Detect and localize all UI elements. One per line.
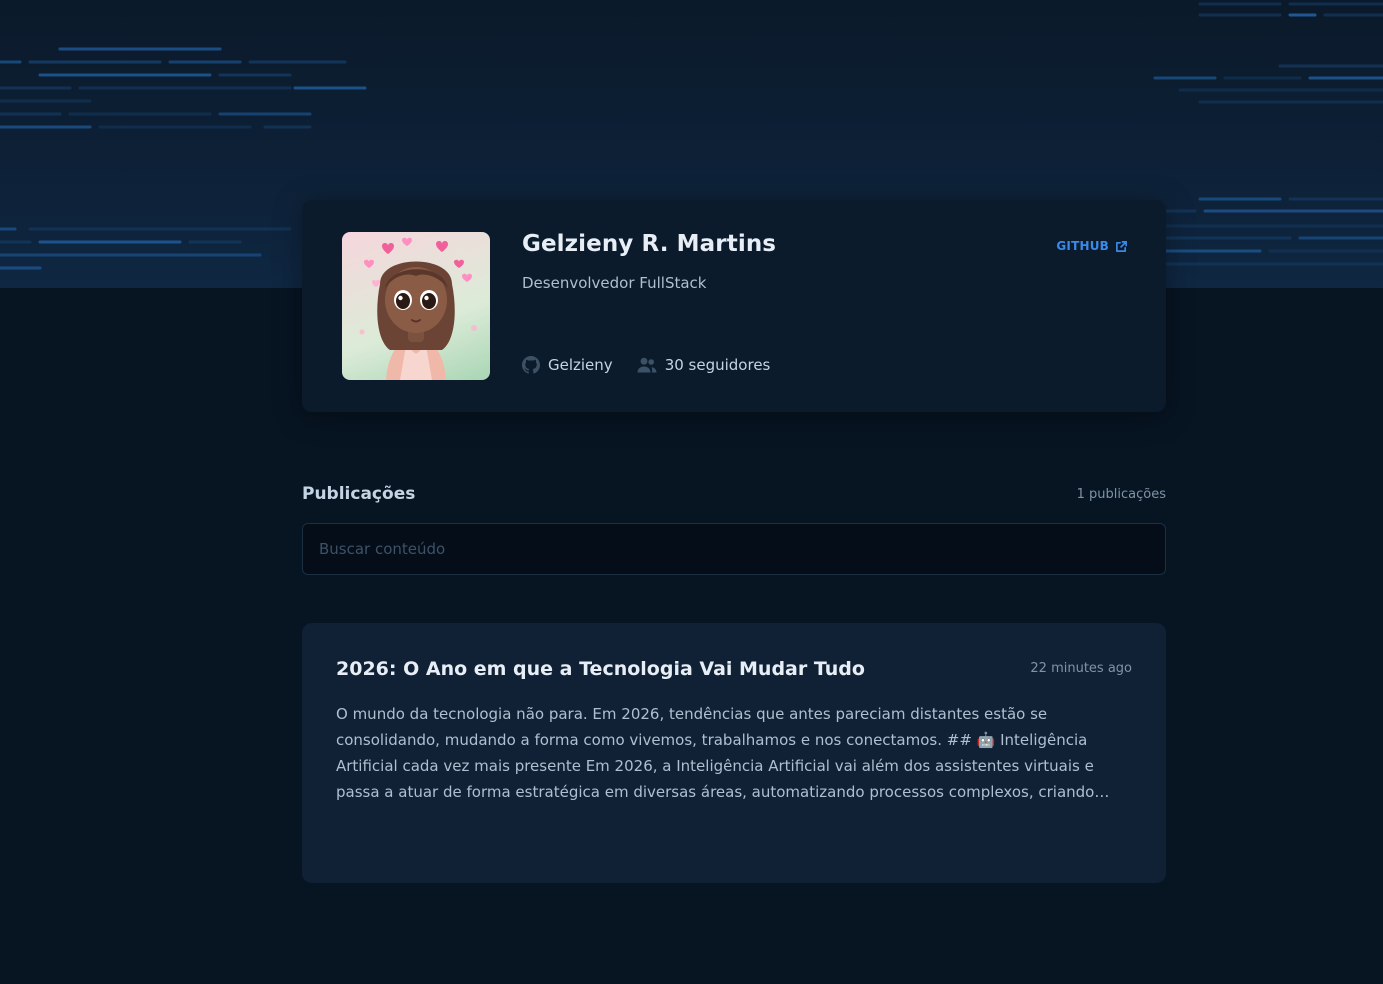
search-input[interactable] [302,523,1166,575]
avatar [342,232,490,380]
username-stat: Gelzieny [522,356,613,374]
avatar-illustration [359,237,477,380]
followers-stat: 30 seguidores [637,356,771,374]
post-header: 2026: O Ano em que a Tecnologia Vai Muda… [336,655,1132,683]
post-card[interactable]: 2026: O Ano em que a Tecnologia Vai Muda… [302,623,1166,883]
username: Gelzieny [548,356,613,374]
profile-role: Desenvolvedor FullStack [522,274,707,292]
profile-stats: Gelzieny 30 seguidores [522,356,770,374]
github-link[interactable]: GITHUB [1056,239,1128,253]
profile-name: Gelzieny R. Martins [522,231,777,257]
followers-count: 30 seguidores [664,356,771,374]
github-link-label: GITHUB [1056,239,1109,253]
publications-count: 1 publicações [1076,486,1166,502]
publications-title: Publicações [302,484,416,504]
github-icon [522,356,540,374]
users-icon [637,357,657,373]
post-timestamp: 22 minutes ago [1030,661,1132,676]
publications-header: Publicações 1 publicações [302,484,1166,504]
external-link-icon [1116,240,1127,252]
post-title: 2026: O Ano em que a Tecnologia Vai Muda… [336,658,865,680]
profile-card: Gelzieny R. Martins Desenvolvedor FullSt… [302,200,1166,412]
post-excerpt: O mundo da tecnologia não para. Em 2026,… [336,705,1095,801]
